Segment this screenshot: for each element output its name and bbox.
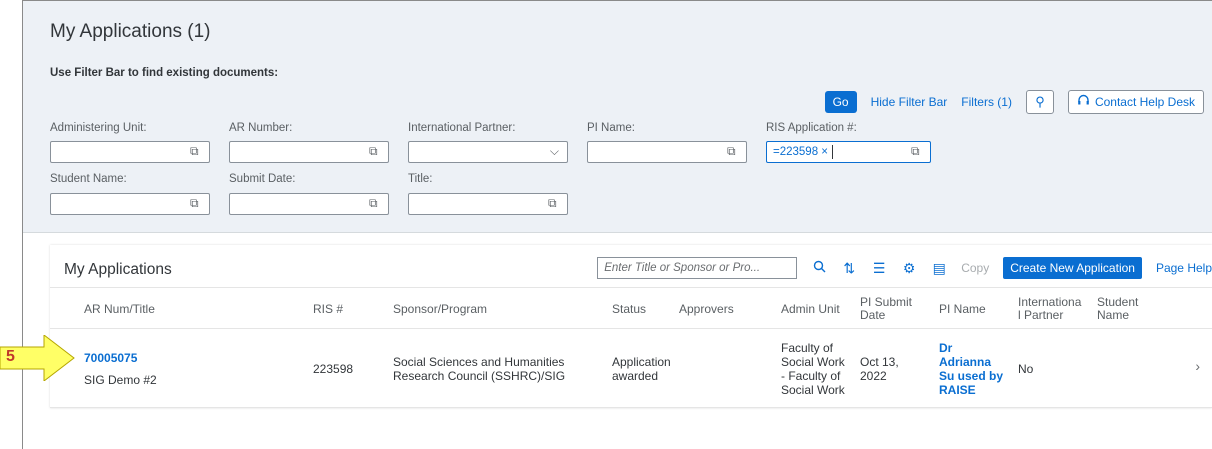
submit-date-label: Submit Date: <box>229 173 296 185</box>
title-label: Title: <box>408 173 433 185</box>
search-icon[interactable] <box>811 260 827 276</box>
cell-pi-submit-date: Oct 13, 2022 <box>860 355 899 383</box>
administering-unit-input[interactable]: ⧉ <box>50 141 210 163</box>
column-status[interactable]: Status <box>612 288 646 330</box>
column-student-name[interactable]: Student Name <box>1097 288 1147 330</box>
title-input[interactable]: ⧉ <box>408 193 568 215</box>
column-approvers[interactable]: Approvers <box>679 288 734 330</box>
pi-name-input[interactable]: ⧉ <box>587 141 747 163</box>
contact-help-desk-button[interactable]: Contact Help Desk <box>1067 90 1204 114</box>
filters-button[interactable]: Filters (1) <box>961 95 1012 109</box>
group-icon[interactable]: ☰ <box>871 260 887 277</box>
pi-name-link[interactable]: Dr Adrianna Su used by RAISE <box>939 341 1005 397</box>
search-placeholder: Enter Title or Sponsor or Pro... <box>604 262 761 274</box>
cell-ar-num-title: 70005075 SIG Demo #2 <box>84 330 157 408</box>
column-admin-unit[interactable]: Admin Unit <box>781 288 840 330</box>
column-sponsor[interactable]: Sponsor/Program <box>393 288 487 330</box>
page-title: My Applications (1) <box>50 21 211 42</box>
submit-date-input[interactable]: ⧉ <box>229 193 389 215</box>
table-toolbar: Enter Title or Sponsor or Pro... ⇅ ☰ ⚙ ▤… <box>597 255 1212 281</box>
text-caret <box>832 145 834 159</box>
chevron-right-icon[interactable]: › <box>1195 358 1200 374</box>
cell-sponsor: Social Sciences and Humanities Research … <box>393 355 566 383</box>
value-help-icon[interactable]: ⧉ <box>911 145 924 158</box>
personalize-button[interactable]: ⚲ <box>1025 90 1054 114</box>
headset-icon <box>1077 94 1090 110</box>
cell-international-partner: No <box>1018 362 1034 376</box>
ris-application-token[interactable]: =223598 × <box>773 145 834 159</box>
column-ar-num-title[interactable]: AR Num/Title <box>84 288 155 330</box>
personalize-icon: ⚲ <box>1035 94 1045 109</box>
filter-toolbar: Go Hide Filter Bar Filters (1) ⚲ Contact… <box>824 89 1204 115</box>
column-ris[interactable]: RIS # <box>313 288 343 330</box>
contact-help-desk-label: Contact Help Desk <box>1094 95 1195 109</box>
ris-application-label: RIS Application #: <box>766 122 857 134</box>
administering-unit-label: Administering Unit: <box>50 122 147 134</box>
pi-name-label: PI Name: <box>587 122 635 134</box>
table-search-input[interactable]: Enter Title or Sponsor or Pro... <box>597 257 798 279</box>
ris-application-token-text: =223598 × <box>773 146 829 159</box>
settings-icon[interactable]: ⚙ <box>901 260 917 277</box>
page-help-button[interactable]: Page Help <box>1156 261 1212 275</box>
hide-filter-bar-button[interactable]: Hide Filter Bar <box>871 95 948 109</box>
ar-number-input[interactable]: ⧉ <box>229 141 389 163</box>
value-help-icon[interactable]: ⧉ <box>727 145 740 158</box>
international-partner-select[interactable]: ⌵ <box>408 141 568 163</box>
application-title: SIG Demo #2 <box>84 373 157 387</box>
applications-table-card: My Applications Enter Title or Sponsor o… <box>50 245 1212 408</box>
column-pi-name[interactable]: PI Name <box>939 288 986 330</box>
ar-number-label: AR Number: <box>229 122 293 134</box>
copy-button[interactable]: Copy <box>961 261 989 275</box>
column-international-partner[interactable]: Internationa l Partner <box>1018 288 1081 330</box>
student-name-input[interactable]: ⧉ <box>50 193 210 215</box>
cell-status: Application awarded <box>612 355 671 383</box>
table-header: AR Num/Title RIS # Sponsor/Program Statu… <box>50 287 1212 329</box>
cell-ris: 223598 <box>313 362 354 376</box>
create-new-application-button[interactable]: Create New Application <box>1003 257 1142 279</box>
sort-icon[interactable]: ⇅ <box>841 260 857 277</box>
ris-application-input[interactable]: =223598 × ⧉ <box>766 141 931 163</box>
filter-bar: My Applications (1) Use Filter Bar to fi… <box>23 1 1212 233</box>
value-help-icon[interactable]: ⧉ <box>190 145 203 158</box>
value-help-icon[interactable]: ⧉ <box>369 145 382 158</box>
value-help-icon[interactable]: ⧉ <box>369 197 382 210</box>
callout-number: 5 <box>6 348 15 365</box>
ar-num-link[interactable]: 70005075 <box>84 351 137 365</box>
table-row[interactable]: 70005075 SIG Demo #2 223598 Social Scien… <box>50 330 1212 408</box>
cell-admin-unit: Faculty of Social Work - Faculty of Soci… <box>781 341 845 397</box>
cell-pi-name: Dr Adrianna Su used by RAISE <box>939 330 1005 408</box>
table-title: My Applications <box>64 261 172 278</box>
value-help-icon[interactable]: ⧉ <box>548 197 561 210</box>
chevron-down-icon[interactable]: ⌵ <box>550 144 559 159</box>
student-name-label: Student Name: <box>50 173 127 185</box>
value-help-icon[interactable]: ⧉ <box>190 197 203 210</box>
export-icon[interactable]: ▤ <box>931 260 947 277</box>
go-button[interactable]: Go <box>824 91 857 113</box>
column-pi-submit-date[interactable]: PI Submit Date <box>860 288 920 330</box>
filter-hint: Use Filter Bar to find existing document… <box>50 67 279 79</box>
page-frame: My Applications (1) Use Filter Bar to fi… <box>22 0 1212 449</box>
international-partner-label: International Partner: <box>408 122 516 134</box>
